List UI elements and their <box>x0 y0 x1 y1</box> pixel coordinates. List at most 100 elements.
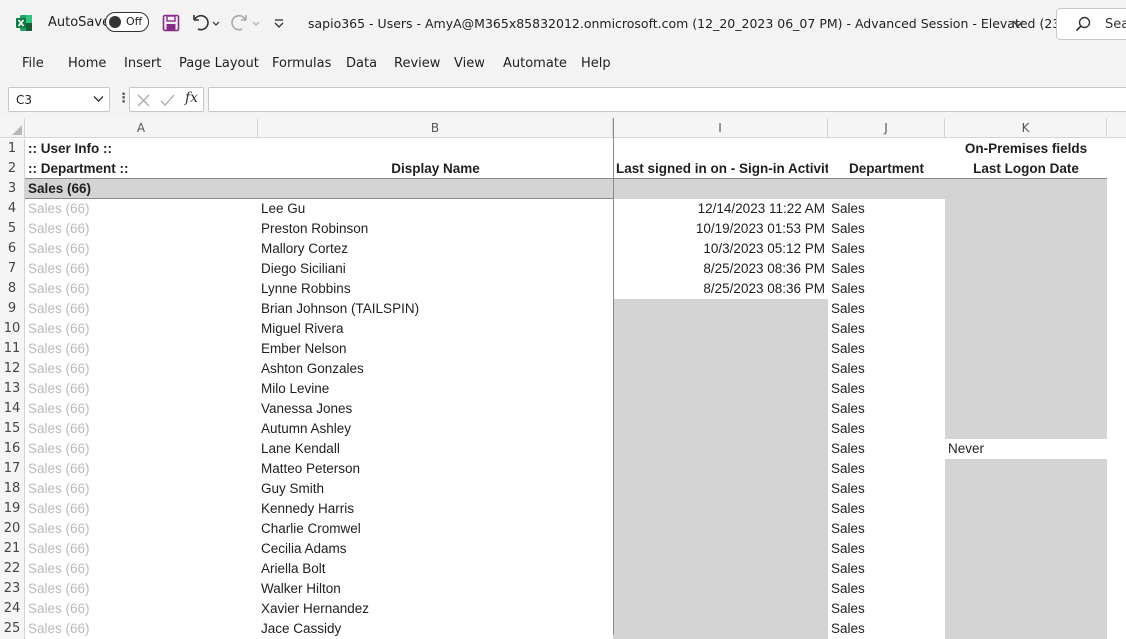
department-cell[interactable]: Sales (66) <box>25 379 258 399</box>
department-cell[interactable]: Sales (66) <box>25 299 258 319</box>
department-group-header[interactable]: :: Department :: <box>25 159 258 179</box>
row-header[interactable]: 13 <box>0 379 25 399</box>
last-signed-in-cell[interactable] <box>613 479 828 499</box>
display-name-header[interactable]: Display Name <box>258 159 613 179</box>
row-header[interactable]: 23 <box>0 579 25 599</box>
display-name-cell[interactable]: Lane Kendall <box>258 439 613 459</box>
last-signed-in-cell[interactable] <box>613 559 828 579</box>
display-name-cell[interactable]: Xavier Hernandez <box>258 599 613 619</box>
department-value-cell[interactable]: Sales <box>828 259 945 279</box>
column-header-j[interactable]: J <box>828 118 945 138</box>
department-value-cell[interactable]: Sales <box>828 599 945 619</box>
last-signed-in-cell[interactable]: 8/25/2023 08:36 PM <box>613 259 828 279</box>
row-header[interactable]: 20 <box>0 519 25 539</box>
last-logon-date-cell[interactable] <box>945 619 1107 639</box>
tab-home[interactable]: Home <box>68 56 106 71</box>
department-value-cell[interactable]: Sales <box>828 519 945 539</box>
department-value-cell[interactable]: Sales <box>828 479 945 499</box>
column-header-i[interactable]: I <box>613 118 828 138</box>
department-cell[interactable]: Sales (66) <box>25 459 258 479</box>
last-signed-in-cell[interactable] <box>613 319 828 339</box>
last-logon-date-header[interactable]: Last Logon Date <box>945 159 1107 179</box>
display-name-cell[interactable]: Kennedy Harris <box>258 499 613 519</box>
last-logon-date-cell[interactable] <box>945 379 1107 399</box>
row-header[interactable]: 25 <box>0 619 25 639</box>
tab-insert[interactable]: Insert <box>124 56 161 71</box>
department-cell[interactable]: Sales (66) <box>25 419 258 439</box>
department-value-cell[interactable]: Sales <box>828 339 945 359</box>
row-header[interactable]: 18 <box>0 479 25 499</box>
department-value-cell[interactable]: Sales <box>828 319 945 339</box>
row-header[interactable]: 6 <box>0 239 25 259</box>
last-signed-in-cell[interactable] <box>613 359 828 379</box>
row-header[interactable]: 4 <box>0 199 25 219</box>
last-logon-date-cell[interactable] <box>945 519 1107 539</box>
department-cell[interactable]: Sales (66) <box>25 599 258 619</box>
display-name-cell[interactable]: Cecilia Adams <box>258 539 613 559</box>
department-value-cell[interactable]: Sales <box>828 299 945 319</box>
last-logon-date-cell[interactable] <box>945 419 1107 439</box>
display-name-cell[interactable]: Ember Nelson <box>258 339 613 359</box>
department-value-cell[interactable]: Sales <box>828 539 945 559</box>
department-cell[interactable]: Sales (66) <box>25 259 258 279</box>
department-value-cell[interactable]: Sales <box>828 499 945 519</box>
row-header[interactable]: 7 <box>0 259 25 279</box>
last-logon-date-cell[interactable] <box>945 359 1107 379</box>
last-signed-in-cell[interactable] <box>613 379 828 399</box>
insert-function-icon[interactable]: fx <box>185 90 198 106</box>
last-signed-in-cell[interactable] <box>613 399 828 419</box>
tab-help[interactable]: Help <box>581 56 611 71</box>
department-cell[interactable]: Sales (66) <box>25 279 258 299</box>
department-value-cell[interactable]: Sales <box>828 619 945 639</box>
department-value-cell[interactable]: Sales <box>828 459 945 479</box>
last-signed-in-cell[interactable]: 12/14/2023 11:22 AM <box>613 199 828 219</box>
last-signed-in-cell[interactable] <box>613 499 828 519</box>
display-name-cell[interactable]: Autumn Ashley <box>258 419 613 439</box>
last-logon-date-cell[interactable] <box>945 459 1107 479</box>
last-logon-date-cell[interactable] <box>945 479 1107 499</box>
name-box[interactable]: C3 <box>8 87 110 112</box>
last-signed-in-cell[interactable] <box>613 339 828 359</box>
search-box[interactable]: Sea <box>1056 8 1126 40</box>
column-header-next[interactable] <box>1107 118 1126 138</box>
department-value-cell[interactable]: Sales <box>828 239 945 259</box>
last-logon-date-cell[interactable] <box>945 239 1107 259</box>
department-cell[interactable]: Sales (66) <box>25 499 258 519</box>
last-signed-in-cell[interactable] <box>613 299 828 319</box>
department-cell[interactable]: Sales (66) <box>25 539 258 559</box>
display-name-cell[interactable]: Vanessa Jones <box>258 399 613 419</box>
display-name-cell[interactable]: Charlie Cromwel <box>258 519 613 539</box>
department-cell[interactable]: Sales (66) <box>25 219 258 239</box>
display-name-cell[interactable]: Jace Cassidy <box>258 619 613 639</box>
customize-toolbar-icon[interactable] <box>272 12 286 34</box>
department-cell[interactable]: Sales (66) <box>25 339 258 359</box>
last-logon-date-cell[interactable] <box>945 339 1107 359</box>
last-logon-date-cell[interactable]: Never <box>945 439 1107 459</box>
row-header[interactable]: 11 <box>0 339 25 359</box>
chevron-down-icon[interactable] <box>1012 19 1024 29</box>
formula-input[interactable] <box>208 87 1126 112</box>
last-logon-date-cell[interactable] <box>945 319 1107 339</box>
row-header[interactable]: 24 <box>0 599 25 619</box>
last-signed-in-cell[interactable] <box>613 519 828 539</box>
department-value-cell[interactable]: Sales <box>828 559 945 579</box>
department-value-cell[interactable]: Sales <box>828 219 945 239</box>
last-signed-in-cell[interactable] <box>613 599 828 619</box>
display-name-cell[interactable]: Ashton Gonzales <box>258 359 613 379</box>
last-logon-date-cell[interactable] <box>945 299 1107 319</box>
select-all-corner[interactable] <box>0 118 25 138</box>
save-icon[interactable] <box>162 12 180 34</box>
display-name-cell[interactable]: Preston Robinson <box>258 219 613 239</box>
last-signed-in-cell[interactable]: 10/19/2023 01:53 PM <box>613 219 828 239</box>
last-logon-date-cell[interactable] <box>945 499 1107 519</box>
row-header[interactable]: 14 <box>0 399 25 419</box>
department-value-cell[interactable]: Sales <box>828 419 945 439</box>
tab-automate[interactable]: Automate <box>503 56 567 71</box>
row-header[interactable]: 19 <box>0 499 25 519</box>
column-header-k[interactable]: K <box>945 118 1107 138</box>
department-cell[interactable]: Sales (66) <box>25 519 258 539</box>
row-header[interactable]: 15 <box>0 419 25 439</box>
tab-review[interactable]: Review <box>394 56 440 71</box>
display-name-cell[interactable]: Matteo Peterson <box>258 459 613 479</box>
display-name-cell[interactable]: Mallory Cortez <box>258 239 613 259</box>
